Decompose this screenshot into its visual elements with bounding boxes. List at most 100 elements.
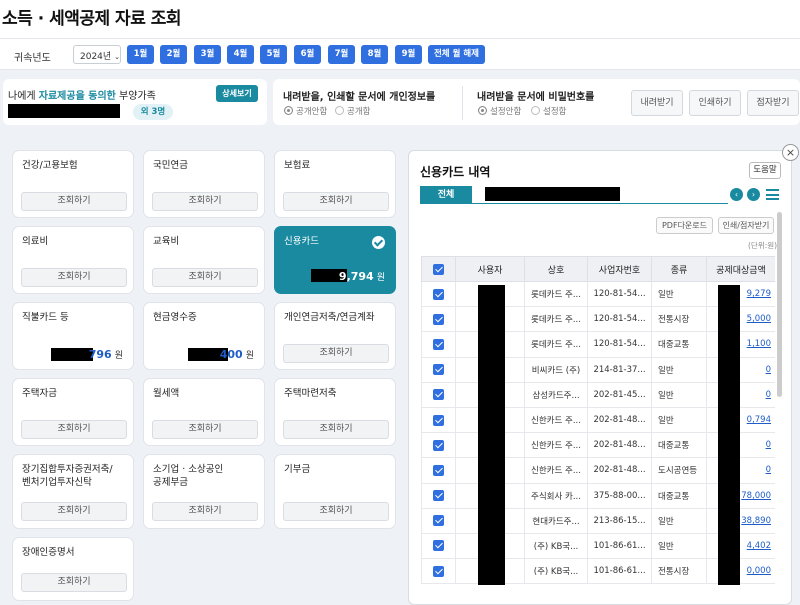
- month-button-4[interactable]: 4월: [227, 45, 254, 64]
- braille-button[interactable]: 점자받기: [747, 90, 799, 116]
- scrollbar[interactable]: [777, 212, 782, 397]
- row-checkbox[interactable]: [421, 406, 456, 434]
- query-button[interactable]: 조회하기: [21, 502, 127, 521]
- query-button[interactable]: 조회하기: [152, 268, 258, 287]
- row-checkbox[interactable]: [421, 331, 456, 358]
- query-button[interactable]: 조회하기: [283, 192, 389, 211]
- card-credit-card[interactable]: 신용카드 9,794 원: [274, 226, 396, 294]
- year-bar: 귀속년도 2024년 ⌄ 1월 2월 3월 4월 5월 6월 7월 8월 9월 …: [0, 38, 800, 70]
- month-button-8[interactable]: 8월: [361, 45, 388, 64]
- row-amount[interactable]: 0,794: [706, 406, 775, 434]
- card-donation[interactable]: 기부금 조회하기: [274, 454, 396, 529]
- month-button-3[interactable]: 3월: [194, 45, 221, 64]
- card-debit-card[interactable]: 직불카드 등 796 원: [12, 302, 134, 370]
- card-pension-savings[interactable]: 개인연금저축/연금계좌 조회하기: [274, 302, 396, 370]
- row-amount[interactable]: 38,890: [706, 507, 775, 534]
- query-button[interactable]: 조회하기: [21, 268, 127, 287]
- row-amount[interactable]: 5,000: [706, 306, 775, 333]
- query-button[interactable]: 조회하기: [283, 344, 389, 363]
- column-business-number: 사업자번호: [587, 256, 652, 282]
- password-off-radio[interactable]: 설정안함: [478, 105, 521, 117]
- row-amount[interactable]: 4,402: [706, 532, 775, 560]
- month-button-5[interactable]: 5월: [260, 45, 287, 64]
- row-checkbox[interactable]: [421, 432, 456, 459]
- row-amount[interactable]: 78,000: [706, 482, 775, 509]
- personal-info-show-radio[interactable]: 공개함: [335, 105, 370, 117]
- detail-button[interactable]: 상세보기: [216, 85, 258, 102]
- checkbox-checked-icon: [433, 439, 444, 451]
- query-button[interactable]: 조회하기: [21, 420, 127, 439]
- month-button-1[interactable]: 1월: [127, 45, 154, 64]
- download-button[interactable]: 내려받기: [631, 90, 683, 116]
- row-business-number: 202-81-48...: [587, 406, 652, 434]
- card-health-insurance[interactable]: 건강/고용보험 조회하기: [12, 150, 134, 218]
- column-store: 상호: [524, 256, 588, 282]
- help-button[interactable]: 도움말: [749, 162, 781, 179]
- consent-text: 나에게 자료제공을 동의한 부양가족: [8, 87, 156, 102]
- pdf-download-button[interactable]: PDF다운로드: [656, 217, 713, 234]
- query-button[interactable]: 조회하기: [152, 502, 258, 521]
- row-checkbox[interactable]: [421, 356, 456, 383]
- chevron-right-icon[interactable]: ›: [747, 188, 760, 201]
- query-button[interactable]: 조회하기: [152, 420, 258, 439]
- tab-all[interactable]: 전체: [420, 186, 472, 204]
- close-icon[interactable]: ×: [782, 144, 799, 161]
- query-button[interactable]: 조회하기: [152, 192, 258, 211]
- month-button-6[interactable]: 6월: [294, 45, 321, 64]
- card-national-pension[interactable]: 국민연금 조회하기: [143, 150, 265, 218]
- card-cash-receipt[interactable]: 현금영수증 400 원: [143, 302, 265, 370]
- personal-info-hide-radio[interactable]: 공개안함: [284, 105, 327, 117]
- row-store: 주식회사 카...: [524, 482, 588, 509]
- query-button[interactable]: 조회하기: [283, 420, 389, 439]
- consent-prefix: 나에게: [8, 91, 39, 102]
- row-store: 롯데카드 주...: [524, 280, 588, 308]
- row-checkbox[interactable]: [421, 457, 456, 484]
- year-select[interactable]: 2024년 ⌄: [73, 45, 121, 64]
- row-amount[interactable]: 1,100: [706, 331, 775, 358]
- card-education[interactable]: 교육비 조회하기: [143, 226, 265, 294]
- row-amount[interactable]: 0: [706, 432, 775, 459]
- menu-icon[interactable]: [766, 189, 779, 200]
- row-checkbox[interactable]: [421, 558, 456, 585]
- table-header: 사용자 상호 사업자번호 종류 공제대상금액: [421, 256, 775, 282]
- chevron-left-icon[interactable]: ‹: [730, 188, 743, 201]
- card-small-business-fund[interactable]: 소기업 · 소상공인 공제부금 조회하기: [143, 454, 265, 529]
- row-checkbox[interactable]: [421, 507, 456, 534]
- row-business-number: 202-81-48...: [587, 457, 652, 484]
- row-checkbox[interactable]: [421, 482, 456, 509]
- row-type: 대중교통: [651, 432, 707, 459]
- card-disability-certificate[interactable]: 장애인증명서 조회하기: [12, 537, 134, 601]
- password-on-radio[interactable]: 설정함: [531, 105, 566, 117]
- row-amount[interactable]: 0: [706, 381, 775, 408]
- card-long-term-investment[interactable]: 장기집합투자증권저축/ 벤처기업투자신탁 조회하기: [12, 454, 134, 529]
- query-button[interactable]: 조회하기: [21, 192, 127, 211]
- print-button[interactable]: 인쇄하기: [689, 90, 741, 116]
- month-button-7[interactable]: 7월: [328, 45, 355, 64]
- clear-all-months-button[interactable]: 전체 월 해제: [428, 45, 485, 64]
- row-store: 신한카드 주...: [524, 406, 588, 434]
- query-button[interactable]: 조회하기: [283, 502, 389, 521]
- print-braille-button[interactable]: 인쇄/점자받기: [718, 217, 774, 234]
- row-store: (주) KB국...: [524, 558, 588, 585]
- row-amount[interactable]: 0,000: [706, 558, 775, 585]
- radio-selected-icon: [284, 106, 293, 115]
- row-amount[interactable]: 0: [706, 356, 775, 383]
- row-checkbox[interactable]: [421, 532, 456, 560]
- card-monthly-rent[interactable]: 월세액 조회하기: [143, 378, 265, 446]
- row-checkbox[interactable]: [421, 306, 456, 333]
- month-button-9[interactable]: 9월: [395, 45, 422, 64]
- checkbox-checked-icon: [433, 288, 444, 300]
- card-insurance[interactable]: 보험료 조회하기: [274, 150, 396, 218]
- month-button-2[interactable]: 2월: [160, 45, 187, 64]
- row-amount[interactable]: 0: [706, 457, 775, 484]
- card-medical[interactable]: 의료비 조회하기: [12, 226, 134, 294]
- card-housing-fund[interactable]: 주택자금 조회하기: [12, 378, 134, 446]
- select-all-checkbox[interactable]: [421, 256, 456, 282]
- row-amount[interactable]: 9,279: [706, 280, 775, 308]
- row-business-number: 214-81-37...: [587, 356, 652, 383]
- query-button[interactable]: 조회하기: [21, 573, 127, 592]
- row-checkbox[interactable]: [421, 381, 456, 408]
- row-checkbox[interactable]: [421, 280, 456, 308]
- card-housing-savings[interactable]: 주택마련저축 조회하기: [274, 378, 396, 446]
- column-deductible-amount: 공제대상금액: [706, 256, 775, 282]
